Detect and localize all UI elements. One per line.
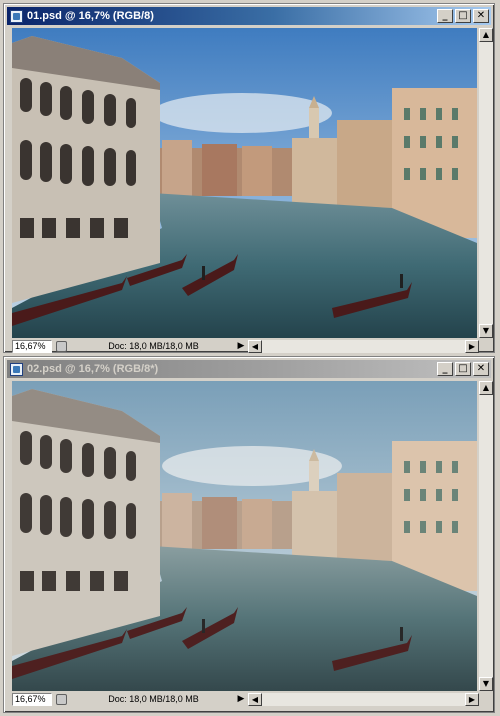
maximize-icon: □: [458, 363, 468, 374]
close-icon: ✕: [476, 10, 486, 21]
photoshop-document-icon: [10, 9, 23, 23]
arrow-up-icon: ▲: [482, 383, 490, 392]
scroll-up-button[interactable]: ▲: [479, 28, 493, 42]
arrow-down-icon: ▼: [482, 679, 490, 688]
maximize-icon: □: [458, 10, 468, 21]
arrow-down-icon: ▼: [482, 326, 490, 335]
doc-size-info: Doc: 18,0 MB/18,0 MB: [108, 694, 199, 704]
arrow-left-icon: ◀: [251, 341, 259, 351]
zoom-field[interactable]: 16,67%: [12, 339, 52, 353]
status-bar: 16,67% Doc: 18,0 MB/18,0 MB ▶ ◀ ▶: [12, 339, 479, 353]
document-window-2[interactable]: 02.psd @ 16,7% (RGB/8*) _ □ ✕ ▲ ▼ 16,67%…: [3, 356, 495, 713]
status-preview-icon[interactable]: [56, 340, 67, 352]
minimize-icon: _: [442, 10, 448, 21]
horizontal-scrollbar[interactable]: ◀ ▶: [248, 339, 479, 353]
status-bar: 16,67% Doc: 18,0 MB/18,0 MB ▶ ◀ ▶: [12, 692, 479, 706]
scroll-left-button[interactable]: ◀: [248, 692, 262, 706]
play-triangle-icon: ▶: [237, 341, 245, 351]
vertical-scrollbar[interactable]: ▲ ▼: [479, 381, 493, 691]
scroll-down-button[interactable]: ▼: [479, 677, 493, 691]
resize-grip[interactable]: [479, 339, 493, 353]
arrow-right-icon: ▶: [468, 341, 476, 351]
zoom-field[interactable]: 16,67%: [12, 692, 52, 706]
title-bar[interactable]: 01.psd @ 16,7% (RGB/8) _ □ ✕: [7, 7, 491, 25]
status-menu-button[interactable]: ▶: [236, 341, 246, 351]
arrow-left-icon: ◀: [251, 694, 259, 704]
scroll-right-button[interactable]: ▶: [465, 692, 479, 706]
scroll-right-button[interactable]: ▶: [465, 339, 479, 353]
close-button[interactable]: ✕: [473, 362, 489, 376]
play-triangle-icon: ▶: [237, 694, 245, 704]
window-title: 02.psd @ 16,7% (RGB/8*): [27, 363, 159, 375]
maximize-button[interactable]: □: [455, 9, 471, 23]
image-canvas[interactable]: [12, 28, 477, 338]
venice-canal-photo-edited: [12, 381, 477, 691]
resize-grip[interactable]: [479, 692, 493, 706]
status-preview-icon[interactable]: [56, 693, 67, 705]
scroll-up-button[interactable]: ▲: [479, 381, 493, 395]
status-menu-button[interactable]: ▶: [236, 694, 246, 704]
arrow-right-icon: ▶: [468, 694, 476, 704]
title-bar[interactable]: 02.psd @ 16,7% (RGB/8*) _ □ ✕: [7, 360, 491, 378]
maximize-button[interactable]: □: [455, 362, 471, 376]
arrow-up-icon: ▲: [482, 30, 490, 39]
image-canvas[interactable]: [12, 381, 477, 691]
close-icon: ✕: [476, 363, 486, 374]
minimize-button[interactable]: _: [437, 362, 453, 376]
document-window-1[interactable]: 01.psd @ 16,7% (RGB/8) _ □ ✕ ▲ ▼ 16,67% …: [3, 3, 495, 353]
window-title: 01.psd @ 16,7% (RGB/8): [27, 10, 154, 22]
close-button[interactable]: ✕: [473, 9, 489, 23]
doc-size-info: Doc: 18,0 MB/18,0 MB: [108, 341, 199, 351]
minimize-icon: _: [442, 363, 448, 374]
photoshop-document-icon: [10, 362, 23, 376]
scroll-left-button[interactable]: ◀: [248, 339, 262, 353]
scroll-down-button[interactable]: ▼: [479, 324, 493, 338]
minimize-button[interactable]: _: [437, 9, 453, 23]
venice-canal-photo: [12, 28, 477, 338]
vertical-scrollbar[interactable]: ▲ ▼: [479, 28, 493, 338]
horizontal-scrollbar[interactable]: ◀ ▶: [248, 692, 479, 706]
